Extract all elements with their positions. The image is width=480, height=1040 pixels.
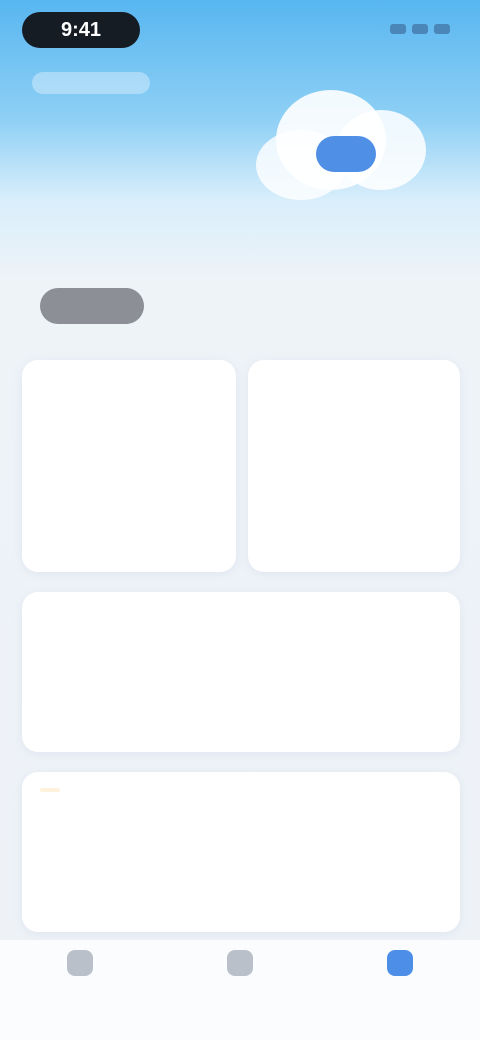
cloud-core-shape	[316, 136, 376, 172]
battery-icon	[434, 24, 450, 34]
card-title	[40, 788, 60, 792]
status-bar-time: 9:41	[22, 12, 140, 48]
feature-card[interactable]	[248, 360, 460, 572]
user-icon	[387, 950, 413, 976]
bottom-navigation	[0, 940, 480, 1040]
grid-icon	[227, 950, 253, 976]
status-bar-indicators	[390, 20, 450, 38]
signal-icon	[390, 24, 406, 34]
header-caption	[32, 72, 150, 94]
hero-title	[40, 194, 160, 218]
nav-item-home[interactable]	[30, 950, 130, 982]
hero-title-secondary	[266, 192, 356, 212]
feature-card[interactable]	[22, 772, 460, 932]
feature-card[interactable]	[22, 592, 460, 752]
hero-action-button[interactable]	[40, 288, 144, 324]
feature-card[interactable]	[22, 360, 236, 572]
hero-subtitle-secondary	[266, 244, 416, 264]
nav-item-services[interactable]	[190, 950, 290, 982]
cloud-illustration	[256, 80, 436, 200]
nav-item-profile[interactable]	[350, 950, 450, 982]
wifi-icon	[412, 24, 428, 34]
home-icon	[67, 950, 93, 976]
hero-subtitle	[40, 240, 190, 260]
